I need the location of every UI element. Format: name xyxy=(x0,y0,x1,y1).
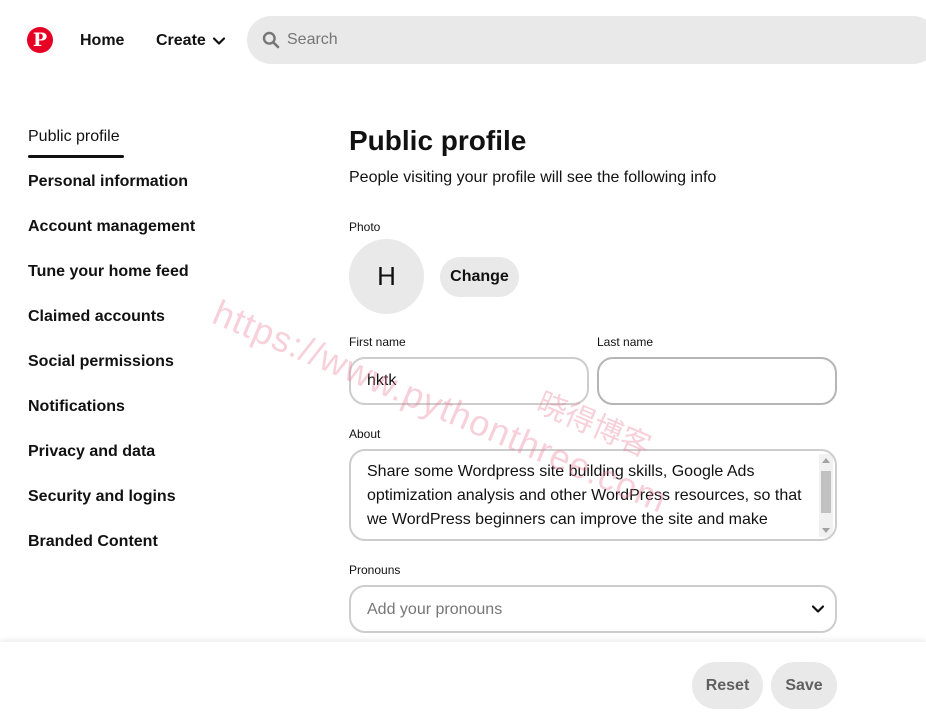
sidebar-item-social-permissions[interactable]: Social permissions xyxy=(28,353,195,398)
sidebar-item-account-management[interactable]: Account management xyxy=(28,218,195,263)
first-name-field[interactable] xyxy=(349,357,589,405)
pronouns-select[interactable]: Add your pronouns xyxy=(349,585,837,633)
reset-button[interactable]: Reset xyxy=(692,662,763,709)
profile-form: Public profile People visiting your prof… xyxy=(349,124,837,633)
avatar: H xyxy=(349,239,424,314)
scroll-up-arrow-icon[interactable] xyxy=(822,458,830,463)
pinterest-logo-icon[interactable]: P xyxy=(27,27,53,53)
sidebar-item-public-profile[interactable]: Public profile xyxy=(28,128,195,173)
chevron-down-icon xyxy=(811,605,825,613)
sidebar-item-personal-information[interactable]: Personal information xyxy=(28,173,195,218)
pronouns-label: Pronouns xyxy=(349,563,401,577)
sidebar-item-privacy-and-data[interactable]: Privacy and data xyxy=(28,443,195,488)
change-photo-button[interactable]: Change xyxy=(440,257,519,297)
sidebar-item-notifications[interactable]: Notifications xyxy=(28,398,195,443)
sidebar-item-branded-content[interactable]: Branded Content xyxy=(28,533,195,578)
page-title: Public profile xyxy=(349,125,527,156)
about-textarea[interactable]: Share some Wordpress site building skill… xyxy=(349,449,837,541)
last-name-label: Last name xyxy=(597,335,654,349)
sidebar-item-security-and-logins[interactable]: Security and logins xyxy=(28,488,195,533)
avatar-initial: H xyxy=(377,261,396,291)
chevron-down-icon xyxy=(212,37,225,45)
first-name-label: First name xyxy=(349,335,406,349)
action-footer: Reset Save xyxy=(0,642,926,713)
nav-home-link[interactable]: Home xyxy=(80,32,124,50)
nav-create-menu[interactable]: Create xyxy=(156,32,226,50)
scroll-down-arrow-icon[interactable] xyxy=(822,528,830,533)
sidebar-item-claimed-accounts[interactable]: Claimed accounts xyxy=(28,308,195,353)
save-button[interactable]: Save xyxy=(771,662,837,709)
page-subtitle: People visiting your profile will see th… xyxy=(349,169,717,186)
search-bar[interactable] xyxy=(247,16,926,64)
about-scrollbar[interactable] xyxy=(819,454,833,537)
settings-sidebar: Public profile Personal information Acco… xyxy=(28,128,195,578)
search-icon xyxy=(262,31,280,49)
about-text: Share some Wordpress site building skill… xyxy=(367,463,802,528)
about-label: About xyxy=(349,427,381,441)
pronouns-placeholder: Add your pronouns xyxy=(367,601,503,618)
nav-create-label: Create xyxy=(156,32,206,49)
sidebar-item-tune-home-feed[interactable]: Tune your home feed xyxy=(28,263,195,308)
top-nav: P Home Create xyxy=(0,0,926,80)
photo-label: Photo xyxy=(349,220,381,234)
last-name-field[interactable] xyxy=(597,357,837,405)
search-input[interactable] xyxy=(287,16,887,64)
scroll-thumb[interactable] xyxy=(821,471,831,513)
